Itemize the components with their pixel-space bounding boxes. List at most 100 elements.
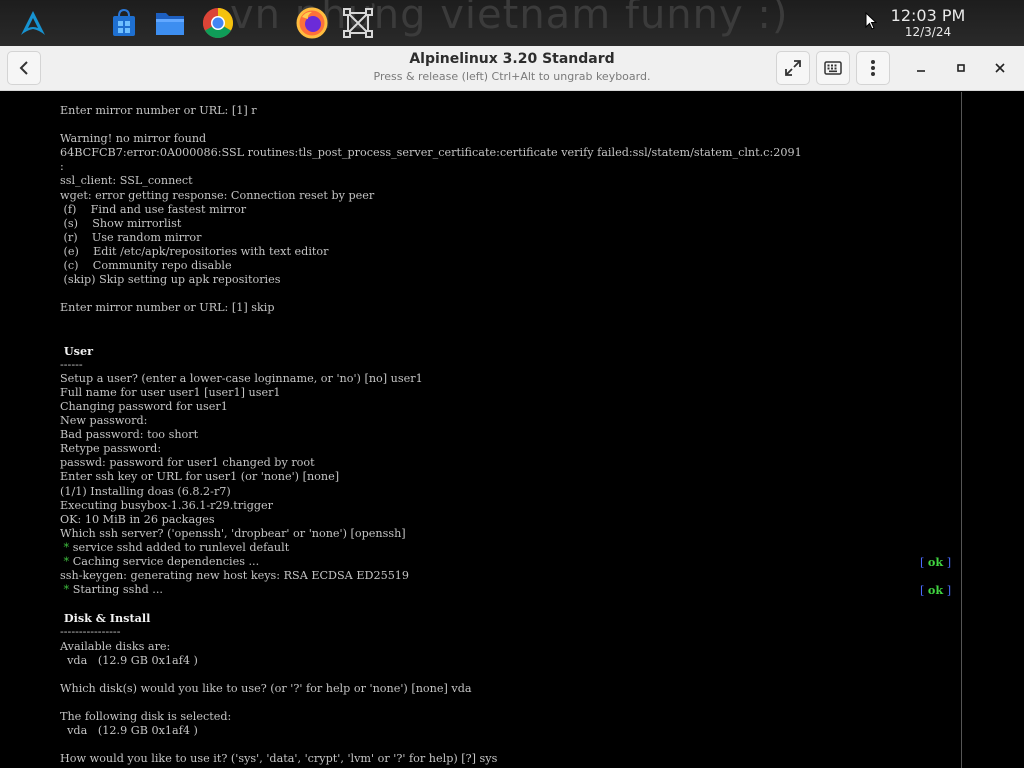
terminal-line: (c) Community repo disable [60, 259, 1000, 273]
store-icon[interactable] [108, 7, 140, 39]
terminal-line: Full name for user user1 [user1] user1 [60, 386, 1000, 400]
terminal-line-text: Full name for user user1 [user1] user1 [60, 385, 281, 399]
terminal-output: Enter mirror number or URL: [1] r Warning… [60, 104, 1000, 766]
terminal-line: Warning! no mirror found [60, 132, 1000, 146]
terminal-line: Which ssh server? ('openssh', 'dropbear'… [60, 527, 1000, 541]
terminal-line-text: Which disk(s) would you like to use? (or… [60, 681, 472, 695]
terminal-line-text: Setup a user? (enter a lower-case loginn… [60, 371, 423, 385]
status-bracket-open: [ [920, 584, 928, 598]
terminal-line: Setup a user? (enter a lower-case loginn… [60, 372, 1000, 386]
chevron-left-icon [19, 61, 28, 75]
terminal-line: 64BCFCB7:error:0A000086:SSL routines:tls… [60, 146, 1000, 160]
terminal-line-text: ------ [60, 357, 83, 371]
status-ok-label: ok [927, 555, 944, 569]
status-bullet: * [60, 555, 73, 568]
firefox-icon[interactable] [296, 7, 328, 39]
file-manager-icon[interactable] [154, 7, 186, 39]
clock-date: 12/3/24 [904, 25, 952, 39]
terminal-line-text: passwd: password for user1 changed by ro… [60, 456, 315, 470]
terminal-line: (e) Edit /etc/apk/repositories with text… [60, 245, 1000, 259]
window-subtitle: Press & release (left) Ctrl+Alt to ungra… [373, 70, 651, 83]
terminal-line-text: Available disks are: [60, 639, 171, 653]
fullscreen-icon [785, 60, 801, 76]
terminal-line-text: ssh-keygen: generating new host keys: RS… [60, 569, 410, 583]
chrome-icon[interactable] [202, 7, 234, 39]
terminal-line-text: Disk & Install [60, 611, 151, 626]
mouse-cursor-icon [865, 11, 878, 30]
close-button[interactable] [986, 54, 1014, 82]
arch-linux-logo-icon[interactable] [18, 9, 48, 37]
terminal-line-text: Enter ssh key or URL for user1 (or 'none… [60, 470, 340, 484]
terminal-line: : [60, 160, 1000, 174]
keyboard-button[interactable] [816, 51, 850, 85]
terminal-line-text: 64BCFCB7:error:0A000086:SSL routines:tls… [60, 146, 802, 160]
terminal-line: New password: [60, 414, 1000, 428]
terminal-line-text: vda (12.9 GB 0x1af4 ) [60, 653, 198, 667]
terminal-line-text: : [60, 160, 64, 174]
terminal-line: Enter ssh key or URL for user1 (or 'none… [60, 470, 1000, 484]
section-heading: User [60, 344, 1000, 358]
close-icon [995, 63, 1005, 73]
terminal-line-text: Retype password: [60, 442, 162, 456]
terminal-line-text: (e) Edit /etc/apk/repositories with text… [60, 244, 329, 258]
window-header-bar: Alpinelinux 3.20 Standard Press & releas… [0, 46, 1024, 91]
menu-button[interactable] [856, 51, 890, 85]
minimize-button[interactable] [907, 54, 935, 82]
terminal-line-text: Which ssh server? ('openssh', 'dropbear'… [60, 526, 406, 540]
terminal-column-divider [961, 92, 962, 768]
terminal-line: Executing busybox-1.36.1-r29.trigger [60, 499, 1000, 513]
status-ok-label: ok [927, 583, 944, 598]
terminal-console[interactable]: Enter mirror number or URL: [1] r Warning… [0, 92, 1024, 768]
status-bullet: * [60, 583, 73, 597]
terminal-line: wget: error getting response: Connection… [60, 189, 1000, 203]
section-heading: Disk & Install [60, 611, 1000, 625]
terminal-line-text: Warning! no mirror found [60, 132, 207, 146]
terminal-line: * service sshd added to runlevel default [60, 541, 1000, 555]
terminal-line-text: ssl_client: SSL_connect [60, 174, 193, 188]
status-bracket-close: ] [943, 556, 952, 569]
keyboard-icon [824, 61, 842, 75]
terminal-line-text: vda (12.9 GB 0x1af4 ) [60, 724, 198, 738]
terminal-line: Enter mirror number or URL: [1] skip [60, 301, 1000, 315]
maximize-button[interactable] [947, 54, 975, 82]
terminal-line: passwd: password for user1 changed by ro… [60, 456, 1000, 470]
terminal-line-text: The following disk is selected: [60, 710, 232, 724]
terminal-line: * Caching service dependencies ... [ ok ] [60, 555, 1000, 569]
screen-capture-icon[interactable] [342, 7, 374, 39]
terminal-line-text: Caching service dependencies ... [72, 555, 260, 568]
terminal-line: Available disks are: [60, 640, 1000, 654]
terminal-line-text: Enter mirror number or URL: [1] r [60, 104, 257, 117]
status-bracket-close: ] [943, 584, 952, 598]
desktop-taskbar: vn nhưng vietnam funny :) 12:03 PM 12/3/… [0, 0, 1024, 46]
status-bullet: * [60, 540, 73, 554]
maximize-icon [957, 64, 965, 72]
terminal-line: Bad password: too short [60, 428, 1000, 442]
clock-time: 12:03 PM [890, 6, 966, 25]
terminal-line: Changing password for user1 [60, 400, 1000, 414]
system-clock[interactable]: 12:03 PM 12/3/24 [880, 6, 976, 39]
terminal-line: Retype password: [60, 442, 1000, 456]
terminal-line-text: New password: [60, 414, 148, 428]
status-bracket-open: [ [920, 556, 928, 569]
terminal-line-text: Executing busybox-1.36.1-r29.trigger [60, 498, 273, 512]
terminal-line-text: (c) Community repo disable [60, 259, 232, 273]
terminal-line: ---------------- [60, 625, 1000, 639]
status-indicator: [ ok ] [920, 555, 951, 570]
fullscreen-button[interactable] [776, 51, 810, 85]
terminal-line-text: How would you like to use it? ('sys', 'd… [60, 752, 498, 766]
status-indicator: [ ok ] [920, 583, 951, 598]
terminal-line-text: (s) Show mirrorlist [60, 216, 182, 230]
terminal-line: ssl_client: SSL_connect [60, 174, 1000, 188]
terminal-line: (1/1) Installing doas (6.8.2-r7) [60, 485, 1000, 499]
terminal-line-text: Bad password: too short [60, 428, 199, 442]
terminal-line: vda (12.9 GB 0x1af4 ) [60, 724, 1000, 738]
terminal-line-text: service sshd added to runlevel default [72, 540, 290, 554]
terminal-line-text: wget: error getting response: Connection… [60, 188, 375, 202]
back-button[interactable] [7, 51, 41, 85]
